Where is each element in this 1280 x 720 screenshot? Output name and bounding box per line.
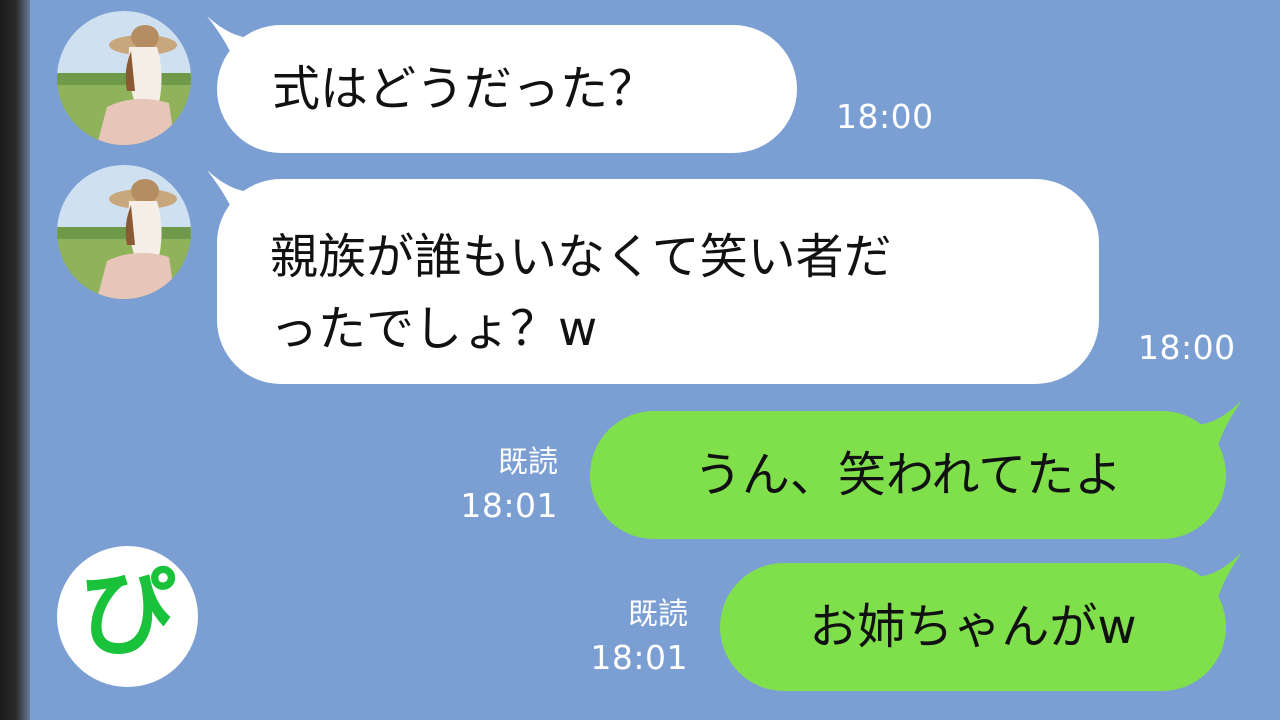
message-text: うん、笑われてたよ — [693, 446, 1123, 503]
device-edge — [0, 0, 30, 720]
outgoing-message-bubble[interactable]: お姉ちゃんがw — [720, 563, 1226, 691]
bubble-tail-outgoing — [1196, 552, 1242, 598]
outgoing-message-bubble[interactable]: うん、笑われてたよ — [590, 411, 1226, 539]
read-receipt: 既読 18:01 — [448, 443, 558, 528]
read-label: 既読 — [628, 597, 688, 632]
contact-avatar[interactable] — [57, 11, 191, 145]
contact-avatar-photo-icon — [57, 11, 191, 145]
message-text-line: ったでしょ？w — [270, 301, 598, 357]
message-time: 18:01 — [460, 485, 558, 525]
message-text: 式はどうだった？ — [272, 60, 657, 117]
incoming-message-bubble[interactable]: 親族が誰もいなくて笑い者だ ったでしょ？w — [217, 179, 1099, 384]
message-text-line: 親族が誰もいなくて笑い者だ — [270, 229, 892, 285]
message-time: 18:01 — [590, 637, 688, 677]
brand-logo-pi-icon: ぴ — [57, 546, 198, 687]
logo-text: ぴ — [79, 556, 176, 669]
message-time: 18:00 — [1138, 328, 1236, 367]
message-time: 18:00 — [836, 97, 934, 136]
contact-avatar[interactable] — [57, 165, 191, 299]
read-label: 既読 — [498, 445, 558, 480]
message-text: お姉ちゃんがw — [809, 598, 1137, 655]
contact-avatar-photo-icon — [57, 165, 191, 299]
read-receipt: 既読 18:01 — [578, 595, 688, 680]
incoming-message-bubble[interactable]: 式はどうだった？ — [217, 25, 797, 153]
bubble-tail-outgoing — [1196, 400, 1242, 446]
